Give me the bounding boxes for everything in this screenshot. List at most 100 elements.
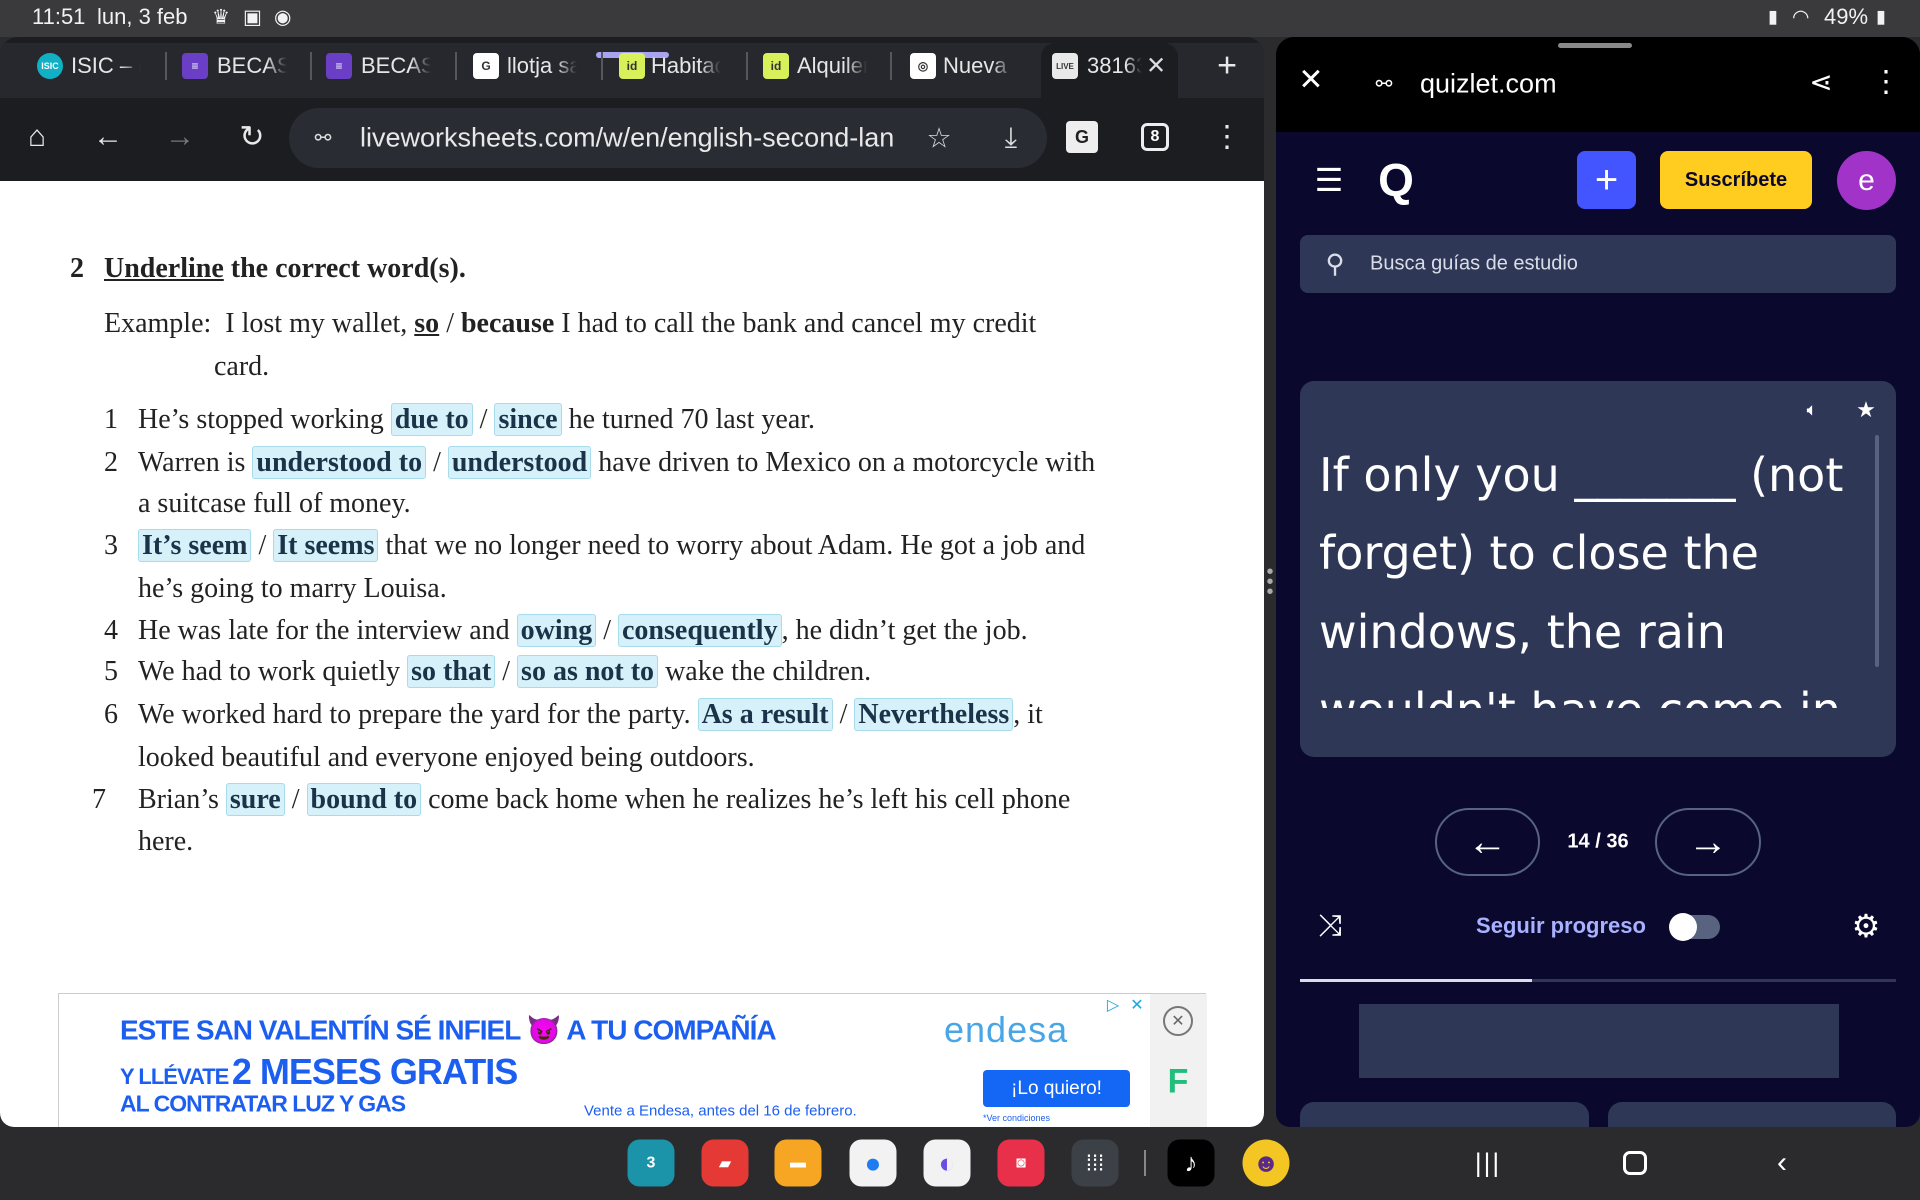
recent-apps-icon[interactable]: ||| — [1475, 1148, 1501, 1179]
apps-grid-icon[interactable]: ⁞⁞⁞ — [1071, 1139, 1119, 1187]
isic-icon: ISIC — [37, 53, 63, 79]
home-button-icon[interactable] — [1623, 1151, 1647, 1175]
answer-option[interactable]: It seems — [273, 529, 379, 562]
window-drag-handle[interactable] — [1558, 43, 1632, 48]
flashcard-text-area: If only you _______ (not forget) to clos… — [1300, 426, 1870, 708]
answer-option[interactable]: consequently — [618, 614, 782, 647]
ad-cta-button[interactable]: ¡Lo quiero! — [983, 1070, 1130, 1107]
tiktok-app-icon[interactable]: ♪ — [1167, 1139, 1215, 1187]
progress-track — [1300, 979, 1896, 982]
item-text: that we no longer need to worry about Ad… — [378, 530, 1086, 561]
back-icon[interactable]: ← — [93, 120, 123, 154]
item-number: 6 — [104, 699, 118, 730]
audio-icon[interactable]: 🔈︎ — [1807, 400, 1818, 421]
address-bar[interactable]: ⚯ liveworksheets.com/w/en/english-second… — [289, 108, 1047, 168]
answer-option[interactable]: As a result — [697, 698, 833, 731]
flashcard[interactable]: 🔈︎ ★ If only you _______ (not forget) to… — [1300, 381, 1896, 757]
search-icon: ⚲ — [1325, 248, 1345, 279]
answer-option[interactable]: Nevertheless — [854, 698, 1014, 731]
close-icon[interactable]: ✕ — [1298, 63, 1323, 98]
subscribe-button[interactable]: Suscríbete — [1660, 151, 1812, 209]
close-tab-icon[interactable]: ✕ — [1146, 52, 1166, 81]
quizlet-logo[interactable]: Q — [1378, 153, 1414, 207]
url-text[interactable]: liveworksheets.com/w/en/english-second-l… — [360, 123, 894, 154]
advertisement[interactable]: ESTE SAN VALENTÍN SÉ INFIEL 😈 A TU COMPA… — [58, 993, 1207, 1127]
search-placeholder: Busca guías de estudio — [1370, 252, 1578, 275]
answer-option[interactable]: sure — [225, 783, 285, 816]
site-settings-icon[interactable]: ⚯ — [1376, 72, 1393, 97]
tab-2[interactable]: BECAS — [217, 53, 287, 79]
menu-icon[interactable]: ⋮ — [1212, 120, 1242, 155]
item-text: wake the children. — [658, 656, 872, 687]
url-text[interactable]: quizlet.com — [1420, 69, 1557, 100]
settings-gear-icon[interactable]: ⚙ — [1852, 907, 1881, 945]
example-separator: / — [439, 308, 461, 339]
files-app-icon[interactable]: ▬ — [774, 1139, 822, 1187]
answer-option[interactable]: so as not to — [517, 655, 659, 688]
arrow-right-icon: → — [1688, 819, 1728, 864]
notes-app-icon[interactable]: ▰ — [701, 1139, 749, 1187]
answer-option[interactable]: since — [494, 403, 562, 436]
item-text: We worked hard to prepare the yard for t… — [138, 699, 698, 730]
avatar[interactable]: e — [1837, 151, 1896, 210]
forward-icon[interactable]: → — [165, 120, 195, 154]
ad-close-icon[interactable]: ✕ — [1130, 995, 1143, 1015]
ad-feedback-icon[interactable]: F — [1168, 1063, 1189, 1102]
shuffle-icon[interactable]: ⤨ — [1318, 909, 1342, 943]
answer-option[interactable]: bound to — [306, 783, 422, 816]
ad-headline-text: ESTE SAN VALENTÍN SÉ INFIEL — [120, 1014, 521, 1046]
ad-dismiss-icon[interactable]: ✕ — [1163, 1006, 1193, 1036]
share-icon[interactable]: ⋖ — [1809, 66, 1832, 99]
item-line: he’s going to marry Louisa. — [138, 573, 447, 605]
instruction-underlined: Underline — [104, 253, 224, 284]
tab-5[interactable]: Habitac — [651, 53, 721, 79]
next-card-button[interactable]: → — [1655, 808, 1761, 876]
adchoices-icon[interactable]: ▷ — [1107, 995, 1119, 1015]
tab-count-button[interactable]: 8 — [1141, 123, 1169, 151]
answer-option[interactable]: understood to — [252, 446, 427, 479]
split-view-handle[interactable]: • • • — [1266, 562, 1273, 602]
brawl-stars-app-icon[interactable]: ☻ — [1242, 1139, 1290, 1187]
answer-option[interactable]: so that — [407, 655, 496, 688]
new-tab-icon[interactable]: + — [1217, 47, 1237, 86]
translate-icon[interactable]: G — [1066, 121, 1098, 153]
study-mode-card[interactable] — [1300, 1102, 1589, 1127]
internet-app-icon[interactable]: ◐ — [923, 1139, 971, 1187]
tab-8[interactable]: 38163 — [1087, 53, 1142, 79]
ad-offer-small: Y LLÉVATE — [120, 1064, 229, 1089]
camera-app-icon[interactable]: ◙ — [997, 1139, 1045, 1187]
download-icon[interactable]: ⤓ — [1005, 122, 1017, 155]
home-icon[interactable]: ⌂ — [28, 120, 46, 154]
study-mode-card[interactable] — [1608, 1102, 1896, 1127]
tab-6[interactable]: Alquiler — [797, 53, 867, 79]
calendar-app-icon[interactable]: 3 — [627, 1139, 675, 1187]
messages-app-icon[interactable]: ● — [849, 1139, 897, 1187]
bookmark-star-icon[interactable]: ☆ — [926, 122, 951, 155]
answer-option[interactable]: understood — [447, 446, 592, 479]
menu-icon[interactable]: ⋮ — [1871, 65, 1901, 100]
search-input[interactable]: ⚲ Busca guías de estudio — [1300, 235, 1896, 293]
tab-4[interactable]: llotja sa — [507, 53, 577, 79]
reload-icon[interactable]: ↻ — [239, 120, 264, 155]
create-button[interactable]: + — [1577, 151, 1636, 209]
item-text: / — [596, 615, 618, 646]
tab-separator — [601, 52, 603, 80]
tab-3[interactable]: BECAS — [361, 53, 431, 79]
hamburger-icon[interactable]: ☰ — [1315, 161, 1344, 199]
flashcard-scrollbar[interactable] — [1875, 435, 1879, 667]
item-line: here. — [138, 826, 193, 858]
answer-option[interactable]: owing — [516, 614, 597, 647]
tab-7[interactable]: Nueva p — [943, 53, 1013, 79]
item-number: 4 — [104, 615, 118, 646]
ad-conditions-link[interactable]: *Ver condiciones — [983, 1113, 1050, 1123]
previous-card-button[interactable]: ← — [1435, 808, 1540, 876]
example-continuation: card. — [214, 351, 270, 382]
star-icon[interactable]: ★ — [1856, 397, 1876, 423]
site-settings-icon[interactable]: ⚯ — [315, 126, 332, 151]
status-bar: 11:51 lun, 3 feb ♛ ▣ ◉ ▮ ◠ 49% ▮ — [0, 0, 1920, 37]
tab-1[interactable]: ISIC – ( — [71, 53, 141, 79]
back-button-icon[interactable]: ‹ — [1777, 1146, 1787, 1180]
track-progress-toggle[interactable] — [1669, 913, 1720, 941]
answer-option[interactable]: It’s seem — [138, 529, 252, 562]
answer-option[interactable]: due to — [390, 403, 473, 436]
